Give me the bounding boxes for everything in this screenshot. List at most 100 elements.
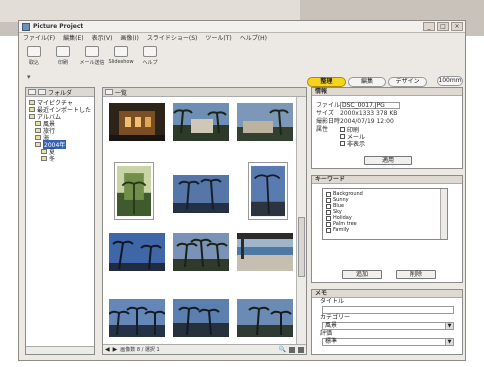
menu-tools[interactable]: ツール(T) — [205, 34, 231, 43]
scrollbar-thumb[interactable] — [298, 217, 305, 277]
menu-edit[interactable]: 編集(E) — [63, 34, 83, 43]
checkbox[interactable] — [326, 197, 331, 203]
tree-item-2004[interactable]: 2004年 — [29, 140, 92, 149]
toolbar: 取込 印刷 メール送信 Slideshow ヘルプ — [21, 44, 221, 70]
grid-view-icon[interactable] — [289, 346, 295, 353]
tree-item-albums[interactable]: アルバム — [29, 113, 92, 121]
menu-slideshow[interactable]: スライドショー(S) — [147, 34, 198, 43]
thumbnail[interactable] — [237, 233, 293, 271]
close-button[interactable]: × — [451, 22, 463, 31]
maximize-button[interactable]: □ — [437, 22, 449, 31]
thumbnail-view-button[interactable] — [105, 89, 113, 95]
print-button[interactable]: 印刷 — [50, 44, 76, 70]
minimize-button[interactable]: _ — [423, 22, 435, 31]
list-view-icon[interactable] — [298, 346, 304, 353]
thumbnail[interactable] — [109, 103, 165, 141]
category-select[interactable]: 風景 ▼ — [322, 322, 454, 330]
checkbox[interactable] — [326, 227, 331, 233]
remove-keyword-button[interactable]: 削除 — [396, 270, 436, 279]
album-icon — [41, 156, 47, 161]
add-keyword-button[interactable]: 追加 — [342, 270, 382, 279]
album-icon — [35, 135, 41, 140]
mode-tabs: 整理 編集 デザイン — [307, 77, 428, 87]
checkbox[interactable] — [326, 215, 331, 221]
apply-button[interactable]: 適用 — [364, 156, 412, 165]
chevron-down-icon[interactable]: ▾ — [27, 73, 31, 81]
chevron-down-icon[interactable]: ▼ — [445, 339, 453, 345]
list-view-button[interactable] — [38, 89, 46, 95]
thumbnail[interactable] — [237, 103, 293, 141]
menu-image[interactable]: 画像(I) — [120, 34, 138, 43]
checkbox[interactable] — [340, 127, 345, 132]
size-value: 2000x1333 378 KB — [340, 110, 398, 117]
flag-mail[interactable]: メール — [312, 133, 462, 141]
keyword-scrollbar[interactable] — [440, 189, 447, 239]
tree-item-landscape[interactable]: 風景 — [29, 120, 92, 128]
chevron-down-icon[interactable]: ▼ — [445, 323, 453, 329]
tree-item-travel[interactable]: 旅行 — [29, 127, 92, 135]
photo-palms-beach — [173, 299, 229, 337]
album-icon — [41, 149, 47, 154]
magnifier-icon[interactable]: 🔍 — [279, 346, 286, 353]
checkbox[interactable] — [340, 141, 345, 146]
info-section-header[interactable]: 情報 — [312, 88, 462, 96]
checkbox[interactable] — [326, 221, 331, 227]
import-button[interactable]: 取込 — [21, 44, 47, 70]
app-icon — [22, 23, 30, 31]
flag-hidden[interactable]: 非表示 — [312, 140, 462, 148]
tree-item-summer[interactable]: 夏 — [29, 148, 92, 156]
folder-icon — [29, 107, 35, 112]
keyword-list[interactable]: Background Sunny Blue Sky Holiday Palm t… — [322, 188, 448, 240]
status-text: 画像数 8 / 選択 1 — [120, 347, 160, 353]
checkbox[interactable] — [326, 209, 331, 215]
folder-icon — [29, 114, 35, 119]
thumbnail[interactable] — [237, 299, 293, 337]
thumbnail[interactable] — [109, 299, 165, 337]
photo-palms-coast — [237, 299, 293, 337]
thumbnail-panel-header: 一覧 — [103, 88, 306, 97]
folder-tree: マイピクチャ 最近インポートした アルバム 風景 旅行 海 2004年 夏 冬 — [26, 97, 94, 163]
mail-button[interactable]: メール送信 — [79, 44, 105, 70]
thumbnail[interactable] — [173, 299, 229, 337]
thumbnail[interactable] — [114, 162, 154, 220]
tab-edit[interactable]: 編集 — [347, 77, 387, 87]
photo-palms-hotel — [237, 103, 293, 141]
window-title: Picture Project — [33, 23, 84, 30]
vertical-scrollbar[interactable] — [296, 97, 306, 346]
checkbox[interactable] — [326, 191, 331, 197]
thumbnail[interactable] — [173, 233, 229, 271]
prev-page-icon[interactable]: ◀ — [105, 346, 110, 353]
title-bar: Picture Project _ □ × — [19, 21, 465, 33]
menu-file[interactable]: ファイル(F) — [23, 34, 55, 43]
desktop-highlight — [0, 0, 300, 22]
next-page-icon[interactable]: ▶ — [113, 346, 118, 353]
horizontal-scrollbar[interactable] — [26, 346, 94, 354]
memo-section-header[interactable]: メモ — [312, 290, 462, 298]
help-button[interactable]: ヘルプ — [137, 44, 163, 70]
checkbox[interactable] — [340, 134, 345, 139]
app-window: Picture Project _ □ × ファイル(F) 編集(E) 表示(V… — [18, 20, 466, 361]
thumbnail-panel: 一覧 ◀ ▶ 画像数 8 / 選択 1 🔍 — [102, 87, 307, 355]
thumbnail[interactable] — [248, 162, 288, 220]
thumbnail[interactable] — [173, 175, 229, 213]
zoom-control[interactable]: 100mm — [437, 76, 463, 86]
checkbox[interactable] — [326, 203, 331, 209]
photo-garden-portrait — [117, 165, 151, 217]
tab-organize[interactable]: 整理 — [307, 77, 346, 87]
menu-help[interactable]: ヘルプ(H) — [240, 34, 267, 43]
keyword-section-header[interactable]: キーワード — [312, 176, 462, 184]
keyword-item[interactable]: Family — [326, 227, 447, 233]
rating-select[interactable]: 標準 ▼ — [322, 338, 454, 346]
thumbnail[interactable] — [173, 103, 229, 141]
photo-terrace-sea — [237, 233, 293, 271]
mail-icon — [85, 46, 99, 57]
slideshow-button[interactable]: Slideshow — [108, 44, 134, 70]
filename-field[interactable]: DSC_0017.JPG — [340, 102, 400, 109]
menu-view[interactable]: 表示(V) — [92, 34, 113, 43]
tree-view-button[interactable] — [28, 89, 36, 95]
tree-item-winter[interactable]: 冬 — [29, 155, 92, 163]
tab-design[interactable]: デザイン — [388, 77, 428, 87]
thumbnail[interactable] — [109, 233, 165, 271]
menu-bar: ファイル(F) 編集(E) 表示(V) 画像(I) スライドショー(S) ツール… — [19, 34, 465, 43]
title-input[interactable] — [322, 306, 454, 314]
